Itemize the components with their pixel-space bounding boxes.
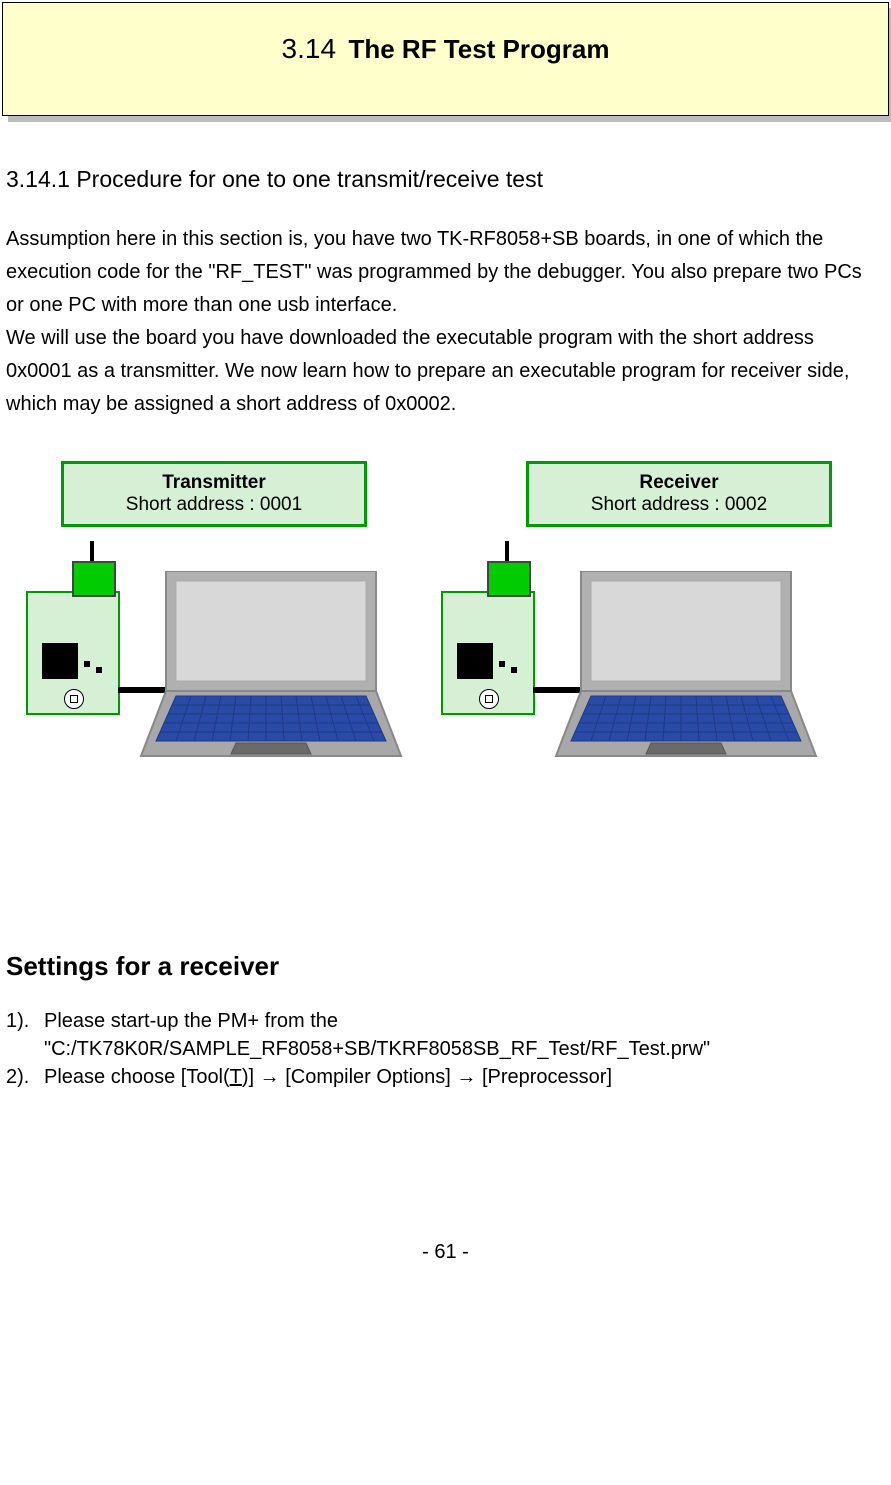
step-line1: Please start-up the PM+ from the [44,1010,338,1032]
banner-title: The RF Test Program [348,34,609,64]
step-part-b: )] → [Compiler Options] → [Preprocessor] [242,1066,612,1088]
connector-icon [72,561,116,597]
rx-title: Receiver [529,472,829,494]
banner-number: 3.14 [282,33,337,64]
pin-icon [511,667,517,673]
receiver-label: Receiver Short address : 0002 [526,461,832,527]
paragraph-1: Assumption here in this section is, you … [6,223,885,322]
pin-icon [84,661,90,667]
paragraph-2: We will use the board you have downloade… [6,322,885,421]
board-icon [441,591,535,715]
step-text: Please choose [Tool(T)] → [Compiler Opti… [44,1063,612,1091]
content: 3.14.1 Procedure for one to one transmit… [0,166,891,1091]
transmitter-device [26,591,120,715]
step-2: 2). Please choose [Tool(T)] → [Compiler … [6,1063,885,1091]
step-line2: "C:/TK78K0R/SAMPLE_RF8058+SB/TKRF8058SB_… [44,1038,710,1060]
step-1: 1). Please start-up the PM+ from the "C:… [6,1007,885,1063]
step-underline: T [230,1066,242,1088]
button-icon [64,689,84,709]
diagram-area: Transmitter Short address : 0001 Receive… [6,461,885,881]
chip-icon [42,643,78,679]
tx-addr: Short address : 0001 [64,494,364,516]
steps-list: 1). Please start-up the PM+ from the "C:… [6,1007,885,1091]
step-text: Please start-up the PM+ from the "C:/TK7… [44,1007,710,1063]
connector-icon [487,561,531,597]
title-banner: 3.14 The RF Test Program [2,2,889,116]
antenna-icon [505,541,509,561]
tx-title: Transmitter [64,472,364,494]
chip-icon [457,643,493,679]
board-icon [26,591,120,715]
button-icon [479,689,499,709]
antenna-icon [90,541,94,561]
step-number: 2). [6,1063,44,1091]
pin-icon [499,661,505,667]
receiver-device [441,591,535,715]
settings-heading: Settings for a receiver [6,951,885,982]
laptop-icon [136,571,406,771]
laptop-icon [551,571,821,771]
step-part-a: Please choose [Tool( [44,1066,230,1088]
rx-addr: Short address : 0002 [529,494,829,516]
subsection-title: 3.14.1 Procedure for one to one transmit… [6,166,885,193]
transmitter-label: Transmitter Short address : 0001 [61,461,367,527]
page-number: - 61 - [0,1241,891,1284]
pin-icon [96,667,102,673]
step-number: 1). [6,1007,44,1063]
